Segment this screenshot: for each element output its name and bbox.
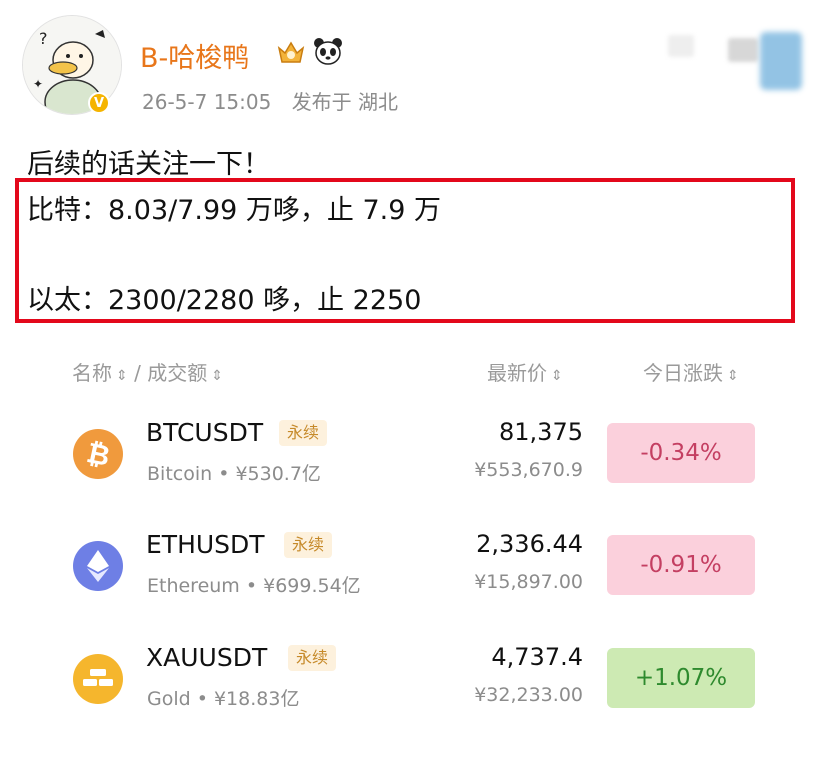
blurred-element [668, 35, 694, 57]
column-header-latest-price[interactable]: 最新价 ⇕ [487, 357, 563, 386]
latest-price: 2,336.44 [476, 530, 583, 558]
column-header-latest-price-label: 最新价 [487, 361, 547, 385]
perpetual-tag: 永续 [284, 532, 333, 558]
header-separator: / [134, 361, 141, 385]
column-header-daily-change-label: 今日涨跌 [643, 361, 723, 385]
symbol: XAUUSDT [146, 643, 268, 672]
sort-icon: ⇕ [116, 368, 128, 384]
change-badge[interactable]: -0.91% [607, 535, 755, 595]
post-timestamp: 26-5-7 15:05 [142, 90, 272, 114]
post-meta: 26-5-7 15:05 发布于 湖北 [142, 86, 412, 115]
change-badge[interactable]: -0.34% [607, 423, 755, 483]
verified-badge-icon: V [88, 92, 110, 114]
post-text-line: 以太：2300/2280 哆，止 2250 [27, 285, 422, 316]
sort-icon: ⇕ [551, 368, 563, 384]
ethereum-icon [73, 541, 123, 591]
svg-text:?: ? [39, 29, 48, 48]
price-cny: ¥32,233.00 [474, 684, 583, 706]
crown-badge-icon [276, 38, 306, 70]
svg-text:✦: ✦ [33, 77, 43, 91]
author-name[interactable]: B-哈梭鸭 [140, 36, 249, 75]
column-header-name-volume[interactable]: 名称 ⇕ / 成交额 ⇕ [72, 357, 223, 386]
price-cny: ¥553,670.9 [474, 459, 583, 481]
perpetual-tag: 永续 [288, 645, 337, 671]
sort-icon: ⇕ [727, 368, 739, 384]
market-row[interactable]: ₿ BTCUSDT 永续 Bitcoin • ¥530.7亿 81,375 ¥5… [0, 411, 829, 501]
market-row[interactable]: ETHUSDT 永续 Ethereum • ¥699.54亿 2,336.44 … [0, 523, 829, 613]
post-text-line: 比特：8.03/7.99 万哆，止 7.9 万 [27, 195, 442, 226]
column-header-daily-change[interactable]: 今日涨跌 ⇕ [643, 357, 739, 386]
symbol: ETHUSDT [146, 530, 265, 559]
change-badge[interactable]: +1.07% [607, 648, 755, 708]
column-header-name: 名称 [72, 361, 112, 385]
panda-badge-icon [313, 37, 343, 69]
price-cny: ¥15,897.00 [474, 571, 583, 593]
asset-subtitle: Gold • ¥18.83亿 [147, 688, 300, 710]
bitcoin-icon: ₿ [73, 429, 123, 479]
latest-price: 4,737.4 [491, 643, 583, 671]
asset-subtitle: Bitcoin • ¥530.7亿 [147, 463, 321, 485]
symbol: BTCUSDT [146, 418, 264, 447]
blurred-element [760, 32, 802, 90]
blurred-element [728, 38, 758, 62]
asset-subtitle: Ethereum • ¥699.54亿 [147, 575, 361, 597]
gold-bars-icon [73, 654, 123, 704]
column-header-volume: 成交额 [147, 361, 208, 385]
latest-price: 81,375 [499, 418, 583, 446]
sort-icon: ⇕ [211, 368, 223, 384]
post-text-line: 后续的话关注一下！ [27, 149, 270, 180]
market-row[interactable]: XAUUSDT 永续 Gold • ¥18.83亿 4,737.4 ¥32,23… [0, 636, 829, 726]
perpetual-tag: 永续 [279, 420, 328, 446]
post-location: 发布于 湖北 [291, 90, 399, 114]
